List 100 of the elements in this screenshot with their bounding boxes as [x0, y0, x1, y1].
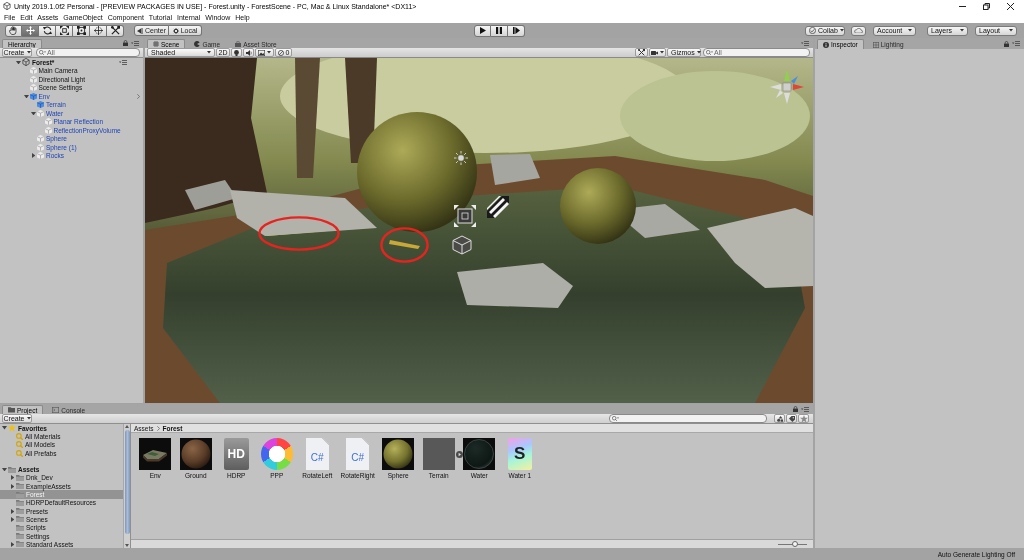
- effects-dropdown[interactable]: [255, 48, 274, 57]
- type-filter-button[interactable]: [774, 414, 785, 423]
- scrollbar-thumb[interactable]: [124, 430, 130, 534]
- image-icon: [258, 49, 265, 56]
- stripes-icon: [487, 196, 509, 218]
- menu-icon[interactable]: [801, 406, 809, 412]
- script-file-icon: C#: [346, 438, 370, 470]
- hand-icon: [9, 26, 18, 35]
- check-circle-icon: [809, 27, 816, 34]
- menu-icon[interactable]: [801, 40, 809, 46]
- step-button[interactable]: [508, 24, 525, 37]
- caret-icon: [960, 29, 964, 32]
- lock-icon[interactable]: [793, 406, 798, 412]
- disclosure-triangle-icon[interactable]: [23, 94, 29, 98]
- chevron-right-icon[interactable]: [156, 425, 160, 431]
- camera-icon: [651, 50, 658, 55]
- pause-button[interactable]: [491, 24, 508, 37]
- caret-icon: [696, 51, 701, 54]
- sphere-preview-icon: [463, 438, 496, 470]
- audio-toggle-button[interactable]: [243, 48, 254, 57]
- tool-button[interactable]: [90, 24, 107, 37]
- search-icon: [39, 50, 46, 55]
- info-icon: [823, 41, 829, 48]
- shapes-icon: [776, 415, 783, 422]
- caret-icon: [267, 51, 271, 54]
- cube-icon: [452, 235, 472, 255]
- scrollbar[interactable]: [123, 424, 130, 548]
- sphere-preview-icon: [179, 438, 212, 470]
- tool-button[interactable]: [107, 24, 124, 37]
- tool-button[interactable]: [73, 24, 90, 37]
- play-icon: [479, 27, 486, 34]
- disclosure-triangle-icon[interactable]: [2, 426, 7, 430]
- disclosure-triangle-icon[interactable]: [10, 541, 15, 547]
- script-file-icon: C#: [305, 438, 329, 470]
- landscape-preview-icon: [139, 438, 172, 470]
- unity-logo-icon: [3, 2, 11, 10]
- disclosure-triangle-icon[interactable]: [31, 111, 36, 115]
- tool-button[interactable]: [39, 24, 56, 37]
- star-icon: [8, 424, 16, 432]
- play-circle-icon[interactable]: [455, 451, 463, 458]
- lightbulb-icon: [234, 49, 239, 56]
- pause-icon: [496, 27, 502, 34]
- annotation-ellipse: [380, 227, 429, 263]
- minimize-icon[interactable]: [959, 5, 966, 7]
- label-filter-button[interactable]: [786, 414, 797, 423]
- menu-icon[interactable]: [131, 40, 139, 46]
- hash-icon: [153, 41, 159, 47]
- disclosure-triangle-icon[interactable]: [10, 516, 15, 522]
- sun-icon: [454, 151, 468, 165]
- caret-icon: [839, 29, 844, 32]
- tools-icon: [638, 49, 645, 56]
- transform-icon: [93, 26, 103, 35]
- tag-icon: [788, 415, 795, 422]
- caret-icon: [207, 51, 211, 54]
- caret-icon: [1009, 29, 1013, 32]
- shader-file-icon: S: [507, 438, 532, 470]
- slider-thumb[interactable]: [791, 541, 798, 547]
- disclosure-triangle-icon[interactable]: [10, 483, 15, 489]
- light-streak: [389, 240, 420, 249]
- camera-dropdown[interactable]: [649, 48, 666, 57]
- hd-file-icon: HD: [223, 438, 249, 470]
- disclosure-triangle-icon[interactable]: [16, 60, 21, 64]
- editor-tools-button[interactable]: [635, 48, 648, 57]
- lock-icon[interactable]: [123, 40, 128, 46]
- tools-icon: [110, 26, 120, 35]
- cloud-button[interactable]: [851, 25, 866, 36]
- menu-icon[interactable]: [119, 59, 127, 65]
- search-icon: [612, 416, 619, 421]
- disclosure-triangle-icon[interactable]: [10, 475, 15, 481]
- light-toggle-button[interactable]: [231, 48, 242, 57]
- caret-icon: [26, 51, 31, 54]
- slashed-circle-icon: [277, 49, 284, 56]
- pivot-icon: [137, 27, 143, 34]
- search-icon: [706, 50, 713, 55]
- disclosure-triangle-icon[interactable]: [10, 508, 15, 514]
- pacman-icon: [194, 41, 201, 47]
- caret-icon: [908, 29, 912, 32]
- sphere-preview-icon: [382, 438, 415, 470]
- menu-icon[interactable]: [1012, 41, 1020, 46]
- caret-icon: [660, 51, 664, 54]
- disclosure-triangle-icon[interactable]: [31, 153, 36, 159]
- restore-icon[interactable]: [983, 2, 990, 10]
- grid-icon: [872, 41, 879, 48]
- tool-button[interactable]: [56, 24, 73, 37]
- axis-gizmo-icon[interactable]: [770, 70, 804, 104]
- rotate-arrows-icon: [42, 26, 52, 35]
- tool-button[interactable]: [5, 24, 22, 37]
- disclosure-triangle-icon[interactable]: [2, 467, 7, 472]
- speaker-icon: [245, 49, 252, 56]
- search-field[interactable]: [609, 414, 767, 423]
- play-button[interactable]: [474, 24, 491, 37]
- preview-tile-icon: [422, 438, 455, 470]
- close-icon[interactable]: [1007, 2, 1014, 10]
- gear-icon: [172, 27, 179, 34]
- cloud-icon: [854, 27, 863, 34]
- lock-icon[interactable]: [1004, 40, 1009, 47]
- bag-icon: [235, 41, 242, 47]
- console-icon: [52, 407, 60, 413]
- unity-logo-icon: [22, 58, 30, 67]
- rect-tool-icon: [76, 26, 86, 35]
